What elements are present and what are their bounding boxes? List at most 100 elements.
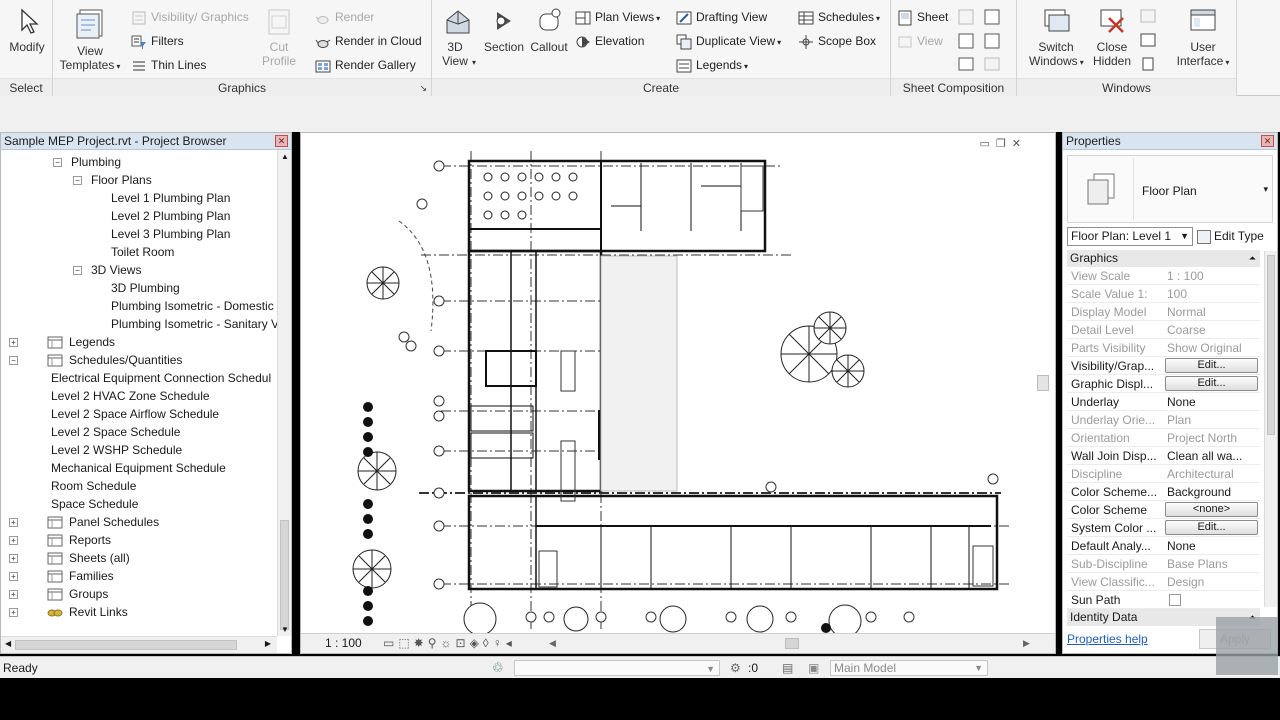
- view-templates-button[interactable]: View Templates ▾: [59, 6, 121, 74]
- graphics-section-header[interactable]: Graphics ⏶: [1067, 250, 1260, 267]
- hscroll-left-icon[interactable]: ◀: [549, 634, 556, 653]
- duplicate-view-button[interactable]: Duplicate View ▾: [676, 31, 781, 51]
- expand-icon[interactable]: +: [9, 608, 18, 617]
- worksharing-icon[interactable]: ♲: [492, 657, 504, 679]
- canvas-vscroll-thumb[interactable]: [1037, 375, 1049, 391]
- browser-item[interactable]: − Floor Plans: [73, 171, 152, 189]
- browser-item[interactable]: Plumbing Isometric - Domestic: [111, 297, 274, 315]
- browser-item[interactable]: + Reports: [9, 531, 111, 549]
- render-button[interactable]: Render: [315, 7, 374, 27]
- user-interface-button[interactable]: User Interface ▾: [1175, 6, 1231, 70]
- browser-item[interactable]: − Schedules/Quantities: [9, 351, 182, 369]
- modify-button[interactable]: Modify: [4, 6, 50, 54]
- browser-item[interactable]: Mechanical Equipment Schedule: [51, 459, 226, 477]
- workset-dropdown[interactable]: ▼: [514, 660, 720, 676]
- properties-scrollbar[interactable]: [1264, 251, 1277, 607]
- drawing-area[interactable]: ▭❐✕ 1: 100 ▭⬚✸⚲☼⊡◈◊♀◂ ◀ ▶: [300, 132, 1056, 654]
- browser-item[interactable]: + Groups: [9, 585, 108, 603]
- expand-icon[interactable]: +: [9, 536, 18, 545]
- view-control-icons[interactable]: ▭⬚✸⚲☼⊡◈◊♀◂: [383, 634, 516, 653]
- design-options-icon[interactable]: ▤: [782, 657, 793, 679]
- panel-launcher-icon[interactable]: ↘: [419, 79, 427, 97]
- property-value[interactable]: Clean all wa...: [1167, 447, 1259, 465]
- browser-horizontal-scrollbar[interactable]: ◀ ▶: [1, 636, 277, 653]
- plan-views-button[interactable]: Plan Views ▾: [575, 7, 660, 27]
- instance-selector[interactable]: Floor Plan: Level 1 ▼: [1067, 227, 1193, 246]
- collapse-icon[interactable]: −: [9, 356, 18, 365]
- property-edit-button[interactable]: Edit...: [1165, 376, 1258, 391]
- editing-requests-icon[interactable]: ⚙: [730, 657, 741, 679]
- browser-item[interactable]: −3D Views: [73, 261, 141, 279]
- browser-item[interactable]: Space Schedule: [51, 495, 138, 513]
- properties-help-link[interactable]: Properties help: [1067, 632, 1148, 646]
- sheet-view-button[interactable]: View: [897, 31, 943, 51]
- hscroll-right-icon[interactable]: ▶: [1023, 634, 1030, 653]
- sheet-button[interactable]: Sheet: [897, 7, 948, 27]
- tile-windows-icon[interactable]: [1139, 8, 1157, 72]
- browser-item[interactable]: Toilet Room: [111, 243, 174, 261]
- close-icon[interactable]: ✕: [275, 135, 288, 147]
- browser-item[interactable]: − Plumbing: [53, 153, 121, 171]
- browser-item[interactable]: 3D Plumbing: [111, 279, 180, 297]
- property-value[interactable]: None: [1167, 537, 1259, 555]
- browser-item[interactable]: + Families: [9, 567, 114, 585]
- scroll-thumb[interactable]: [280, 520, 289, 630]
- filter-status-icon[interactable]: ▣: [808, 657, 819, 679]
- browser-item[interactable]: + Revit Links: [9, 603, 128, 621]
- collapse-icon[interactable]: −: [73, 176, 82, 185]
- browser-item[interactable]: Level 2 Plumbing Plan: [111, 207, 230, 225]
- browser-item[interactable]: Electrical Equipment Connection Schedul: [51, 369, 271, 387]
- browser-item[interactable]: Room Schedule: [51, 477, 136, 495]
- property-value[interactable]: Background: [1167, 483, 1259, 501]
- browser-item[interactable]: Level 3 Plumbing Plan: [111, 225, 230, 243]
- scope-box-button[interactable]: Scope Box: [798, 31, 876, 51]
- properties-scroll-thumb[interactable]: [1267, 255, 1275, 435]
- hscroll-thumb[interactable]: [15, 640, 237, 650]
- scroll-left-icon[interactable]: ◀: [5, 639, 11, 648]
- main-model-dropdown[interactable]: Main Model ▼: [830, 660, 988, 676]
- visibility-graphics-button[interactable]: Visibility/ Graphics: [131, 7, 249, 27]
- browser-item[interactable]: + Panel Schedules: [9, 513, 159, 531]
- collapse-icon[interactable]: −: [73, 266, 82, 275]
- expand-icon[interactable]: +: [9, 518, 18, 527]
- close-hidden-button[interactable]: Close Hidden: [1087, 6, 1137, 68]
- elevation-button[interactable]: Elevation: [575, 31, 644, 51]
- section-button[interactable]: Section: [482, 6, 526, 54]
- drafting-view-button[interactable]: Drafting View: [676, 7, 767, 27]
- close-properties-icon[interactable]: ✕: [1261, 135, 1274, 147]
- scroll-right-icon[interactable]: ▶: [265, 639, 271, 648]
- property-edit-button[interactable]: Edit...: [1165, 358, 1258, 373]
- render-in-cloud-button[interactable]: Render in Cloud: [315, 31, 422, 51]
- collapse-icon[interactable]: −: [53, 158, 62, 167]
- 3d-view-button[interactable]: 3D View ▾: [438, 6, 478, 70]
- browser-item[interactable]: Plumbing Isometric - Sanitary V: [111, 315, 277, 333]
- browser-item[interactable]: Level 2 Space Airflow Schedule: [51, 405, 219, 423]
- browser-item[interactable]: Level 1 Plumbing Plan: [111, 189, 230, 207]
- property-edit-button[interactable]: <none>: [1165, 502, 1258, 517]
- schedules-button[interactable]: Schedules ▾: [798, 7, 880, 27]
- expand-icon[interactable]: +: [9, 338, 18, 347]
- thin-lines-button[interactable]: Thin Lines: [131, 55, 206, 75]
- browser-item[interactable]: + Sheets (all): [9, 549, 130, 567]
- legends-ribbon-button[interactable]: Legends ▾: [676, 55, 748, 75]
- sun-path-checkbox[interactable]: [1169, 594, 1181, 606]
- property-value[interactable]: None: [1167, 393, 1259, 411]
- edit-type-button[interactable]: Edit Type: [1197, 227, 1264, 246]
- scroll-down-icon[interactable]: ▼: [281, 625, 289, 634]
- browser-item[interactable]: Level 2 Space Schedule: [51, 423, 180, 441]
- render-gallery-button[interactable]: Render Gallery: [315, 55, 416, 75]
- browser-vertical-scrollbar[interactable]: ▲ ▼: [277, 150, 291, 636]
- browser-item[interactable]: Level 2 HVAC Zone Schedule: [51, 387, 210, 405]
- browser-item[interactable]: Level 2 WSHP Schedule: [51, 441, 182, 459]
- expand-icon[interactable]: +: [9, 554, 18, 563]
- expand-icon[interactable]: +: [9, 590, 18, 599]
- property-edit-button[interactable]: Edit...: [1165, 520, 1258, 535]
- filters-button[interactable]: Filters: [131, 31, 184, 51]
- floor-plan-drawing[interactable]: [301, 133, 1056, 633]
- scroll-up-icon[interactable]: ▲: [281, 152, 289, 161]
- callout-button[interactable]: Callout: [527, 6, 571, 54]
- cut-profile-button[interactable]: Cut Profile: [256, 6, 302, 68]
- browser-item[interactable]: + Legends: [9, 333, 115, 351]
- expand-icon[interactable]: +: [9, 572, 18, 581]
- canvas-hscroll-thumb[interactable]: [785, 638, 799, 649]
